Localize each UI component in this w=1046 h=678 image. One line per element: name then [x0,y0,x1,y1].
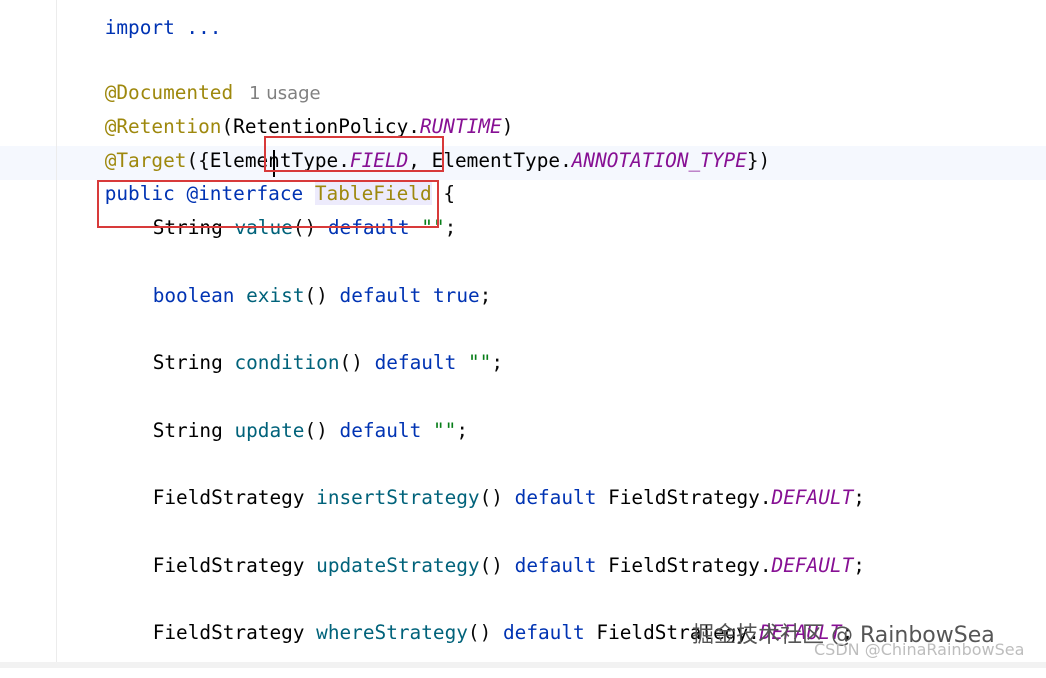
update-strategy-method[interactable]: updateStrategy [316,554,479,577]
condition-default-string: "" [467,351,492,374]
highlight-box-value-line [97,180,439,228]
insert-strategy-method[interactable]: insertStrategy [316,486,479,509]
code-editor[interactable]: import ... @Documented 1 usage @Retention… [0,0,1046,668]
condition-type: String [152,351,223,374]
insert-strategy-type: FieldStrategy [152,486,305,509]
target-dot2: . [560,149,572,172]
where-strategy-default-keyword: default [502,621,585,644]
code-line-retention[interactable]: @Retention(RetentionPolicy.RUNTIME) [58,82,514,138]
update-semicolon: ; [456,419,468,442]
code-line-where-strategy[interactable]: FieldStrategy whereStrategy() default Fi… [106,588,854,644]
insert-strategy-enum-value: DEFAULT [771,486,854,509]
insert-strategy-dot: . [759,486,772,509]
update-strategy-enum-value: DEFAULT [771,554,854,577]
import-fold[interactable]: import ... [105,16,222,39]
insert-strategy-default-keyword: default [514,486,597,509]
code-line-condition[interactable]: String condition() default ""; [106,318,503,374]
update-strategy-type: FieldStrategy [152,554,305,577]
gutter-divider [56,0,57,668]
insert-strategy-enum-class: FieldStrategy [608,486,760,509]
update-strategy-semicolon: ; [853,554,865,577]
highlight-box-annotation-name [264,136,444,172]
update-type: String [152,419,223,442]
condition-method[interactable]: condition [234,351,339,374]
insert-strategy-semicolon: ; [853,486,865,509]
code-line-documented[interactable]: @Documented 1 usage [58,48,321,104]
update-strategy-dot: . [759,554,772,577]
update-default-string: "" [432,419,457,442]
update-strategy-enum-class: FieldStrategy [608,554,760,577]
code-line-update-strategy[interactable]: FieldStrategy updateStrategy() default F… [106,521,865,577]
exist-parens: () [304,284,328,307]
where-strategy-type: FieldStrategy [152,621,305,644]
update-parens: () [304,419,328,442]
code-line-update[interactable]: String update() default ""; [106,386,468,442]
code-line-exist[interactable]: boolean exist() default true; [106,251,492,307]
code-line-insert-strategy[interactable]: FieldStrategy insertStrategy() default F… [106,453,865,509]
update-default-keyword: default [339,419,422,442]
editor-bottom-edge [0,662,1046,668]
where-strategy-method[interactable]: whereStrategy [316,621,468,644]
exist-default-keyword: default [339,284,422,307]
exist-default-value: true [432,284,480,307]
insert-strategy-parens: () [479,486,503,509]
condition-parens: () [339,351,363,374]
exist-semicolon: ; [479,284,492,307]
condition-semicolon: ; [491,351,504,374]
code-line-import[interactable]: import ... [58,0,222,39]
where-strategy-parens: () [467,621,492,644]
watermark-csdn: CSDN @ChinaRainbowSea [814,640,1025,659]
target-close: }) [746,149,771,172]
update-method[interactable]: update [234,419,304,442]
value-semicolon: ; [444,216,457,239]
update-strategy-default-keyword: default [514,554,597,577]
target-type2-value: ANNOTATION_TYPE [571,149,747,172]
update-strategy-parens: () [479,554,503,577]
exist-method[interactable]: exist [246,284,304,307]
condition-default-keyword: default [374,351,457,374]
exist-type: boolean [152,284,235,307]
